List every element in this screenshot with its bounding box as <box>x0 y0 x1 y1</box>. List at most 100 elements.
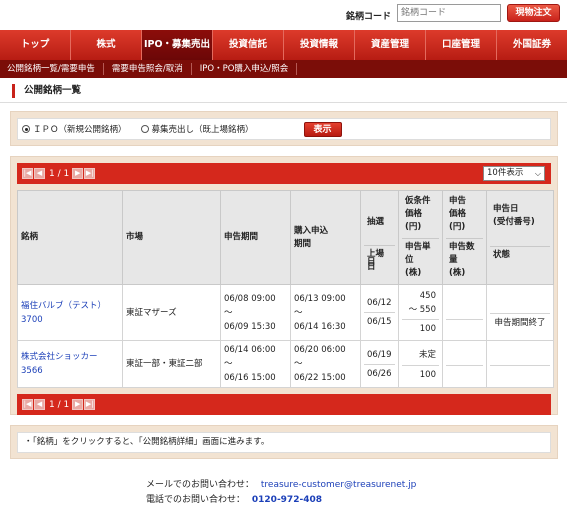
row2-period-to: 06/16 15:00 <box>224 373 276 383</box>
mail-contact: メールでのお問い合わせ： treasure-customer@treasuren… <box>146 478 416 493</box>
col-status: 状態 <box>493 249 511 260</box>
row1-listing: 06/15 <box>367 317 392 327</box>
col-purchase: 購入申込 期間 <box>290 190 361 285</box>
notes-panel: ・「銘柄」をクリックすると、「公開銘柄詳細」画面に進みます。 <box>10 425 558 459</box>
next-page-icon[interactable]: ▶ <box>72 399 84 410</box>
row1-purchase: 06/13 09:00 ～ 06/14 16:30 <box>290 284 361 341</box>
mail-link[interactable]: treasure-customer@treasurenet.jp <box>261 480 417 490</box>
pager-bottom: |◀ ◀ 1 / 1 ▶ ▶| <box>17 394 551 415</box>
row2-stock-code[interactable]: 3566 <box>21 364 119 378</box>
prev-page-icon[interactable]: ◀ <box>34 399 45 410</box>
radio-ipo[interactable]: ＩＰＯ（新規公開銘柄） <box>22 123 127 135</box>
row1-period-tilde: ～ <box>224 307 233 318</box>
row2-price-value: 未定 <box>402 344 439 366</box>
row2-stock-link[interactable]: 株式会社ショッカー <box>21 350 119 364</box>
row2-name-cell: 株式会社ショッカー 3566 <box>17 340 123 388</box>
row2-unit: 100 <box>419 370 436 380</box>
row2-market: 東証一部・東証二部 <box>122 340 221 388</box>
row1-price-range: 450 ～ 550 <box>402 287 439 320</box>
nav-investment-info[interactable]: 投資情報 <box>284 30 355 60</box>
row2-declared-price <box>446 344 483 366</box>
main-nav: トップ 株式 IPO・募集売出 投資信託 投資情報 資産管理 口座管理 外国証券 <box>0 30 567 60</box>
row2-declared-qty <box>446 366 483 384</box>
col-price-unit: 仮条件 価格 (円) 申告単位 (株) <box>398 190 443 285</box>
per-page-value: 10件表示 <box>487 168 524 178</box>
row2-dates: 06/19 06/26 <box>360 340 399 388</box>
next-page-icon[interactable]: ▶ <box>72 168 84 179</box>
row2-lottery: 06/19 <box>364 346 395 365</box>
prev-page-icon[interactable]: ◀ <box>34 168 45 179</box>
row2-purchase-tilde: ～ <box>294 359 303 369</box>
last-page-icon[interactable]: ▶| <box>84 168 96 179</box>
row2-status-cell <box>486 340 554 388</box>
per-page-select[interactable]: 10件表示 ⌵ <box>483 166 545 181</box>
tel-label: 電話でのお問い合わせ： <box>146 495 246 505</box>
row1-declared <box>442 284 487 341</box>
nav-account[interactable]: 口座管理 <box>426 30 497 60</box>
row1-purchase-from: 06/13 09:00 <box>294 293 346 304</box>
row1-price-high: ～ 550 <box>408 305 436 315</box>
col-declared-date-status: 申告日 (受付番号) 状態 <box>486 190 554 285</box>
nav-top[interactable]: トップ <box>0 30 71 60</box>
radio-ipo-indicator[interactable] <box>22 125 30 133</box>
row1-period-to: 06/09 15:30 <box>224 321 276 332</box>
col-lottery: 抽選日 <box>364 200 395 267</box>
row2-status <box>490 366 550 384</box>
row2-listing: 06/26 <box>367 368 392 379</box>
tel-contact: 電話でのお問い合わせ： 0120-972-408 <box>146 493 416 508</box>
sub-nav: 公開銘柄一覧/需要申告 需要申告照会/取消 IPO・PO購入申込/照会 <box>0 60 567 78</box>
nav-foreign-securities[interactable]: 外国証券 <box>497 30 567 60</box>
row1-status-cell: 申告期間終了 <box>486 284 554 341</box>
col-listing: 上場日 <box>367 248 385 272</box>
row1-status: 申告期間終了 <box>494 317 546 328</box>
page-indicator: 1 / 1 <box>49 399 70 410</box>
header-search-bar: 銘柄コード 現物注文 <box>0 0 567 28</box>
subnav-ipo-list[interactable]: 公開銘柄一覧/需要申告 <box>0 63 104 75</box>
row2-purchase-from: 06/20 06:00 <box>294 345 346 355</box>
row2-purchase: 06/20 06:00 ～ 06/22 15:00 <box>290 340 361 388</box>
row1-unit: 100 <box>419 324 436 334</box>
last-page-icon[interactable]: ▶| <box>84 399 96 410</box>
row1-period-from: 06/08 09:00 <box>224 293 276 304</box>
col-declared-price: 申告 価格 (円) <box>446 193 483 239</box>
first-page-icon[interactable]: |◀ <box>22 168 33 179</box>
heading-divider <box>0 102 567 103</box>
row1-dates: 06/12 06/15 <box>360 284 399 341</box>
row1-price-low: 450 <box>419 291 436 301</box>
col-period: 申告期間 <box>220 190 291 285</box>
spot-order-button[interactable]: 現物注文 <box>507 4 560 22</box>
show-button[interactable]: 表示 <box>303 121 342 137</box>
col-price: 仮条件 価格 (円) <box>402 193 439 239</box>
nav-asset-management[interactable]: 資産管理 <box>355 30 426 60</box>
row1-stock-code[interactable]: 3700 <box>21 313 119 327</box>
row2-period-from: 06/14 06:00 <box>224 345 276 355</box>
nav-funds[interactable]: 投資信託 <box>213 30 284 60</box>
row1-name-cell: 福住バルブ（テスト） 3700 <box>17 284 123 341</box>
chevron-down-icon: ⌵ <box>534 169 541 178</box>
radio-public-offering[interactable]: 募集売出し（既上場銘柄） <box>140 123 254 135</box>
col-name: 銘柄 <box>17 190 123 285</box>
subnav-demand-inquiry[interactable]: 需要申告照会/取消 <box>104 63 192 75</box>
page-indicator: 1 / 1 <box>49 168 70 179</box>
table-row: 株式会社ショッカー 3566 東証一部・東証二部 06/14 06:00 ～ 0… <box>17 340 554 388</box>
contact-footer: メールでのお問い合わせ： treasure-customer@treasuren… <box>146 478 416 508</box>
nav-ipo[interactable]: IPO・募集売出 <box>142 30 213 60</box>
nav-stocks[interactable]: 株式 <box>71 30 142 60</box>
tel-link[interactable]: 0120-972-408 <box>252 495 322 505</box>
row1-lottery: 06/12 <box>364 294 395 313</box>
page-title: 公開銘柄一覧 <box>12 84 81 98</box>
col-declared-qty: 申告数量 (株) <box>449 242 475 278</box>
first-page-icon[interactable]: |◀ <box>22 399 33 410</box>
row2-period: 06/14 06:00 ～ 06/16 15:00 <box>220 340 291 388</box>
stock-code-input[interactable] <box>397 4 501 22</box>
note-text: ・「銘柄」をクリックすると、「公開銘柄詳細」画面に進みます。 <box>17 432 551 453</box>
subnav-purchase-application[interactable]: IPO・PO購入申込/照会 <box>192 63 298 75</box>
row2-declared <box>442 340 487 388</box>
row1-stock-link[interactable]: 福住バルブ（テスト） <box>21 299 119 313</box>
row2-price: 未定 100 <box>398 340 443 388</box>
row2-declared-date <box>490 344 550 366</box>
row1-declared-qty <box>446 320 483 338</box>
row1-purchase-to: 06/14 16:30 <box>294 321 346 332</box>
table-row: 福住バルブ（テスト） 3700 東証マザーズ 06/08 09:00 ～ 06/… <box>17 284 554 341</box>
radio-public-offering-indicator[interactable] <box>140 125 149 133</box>
